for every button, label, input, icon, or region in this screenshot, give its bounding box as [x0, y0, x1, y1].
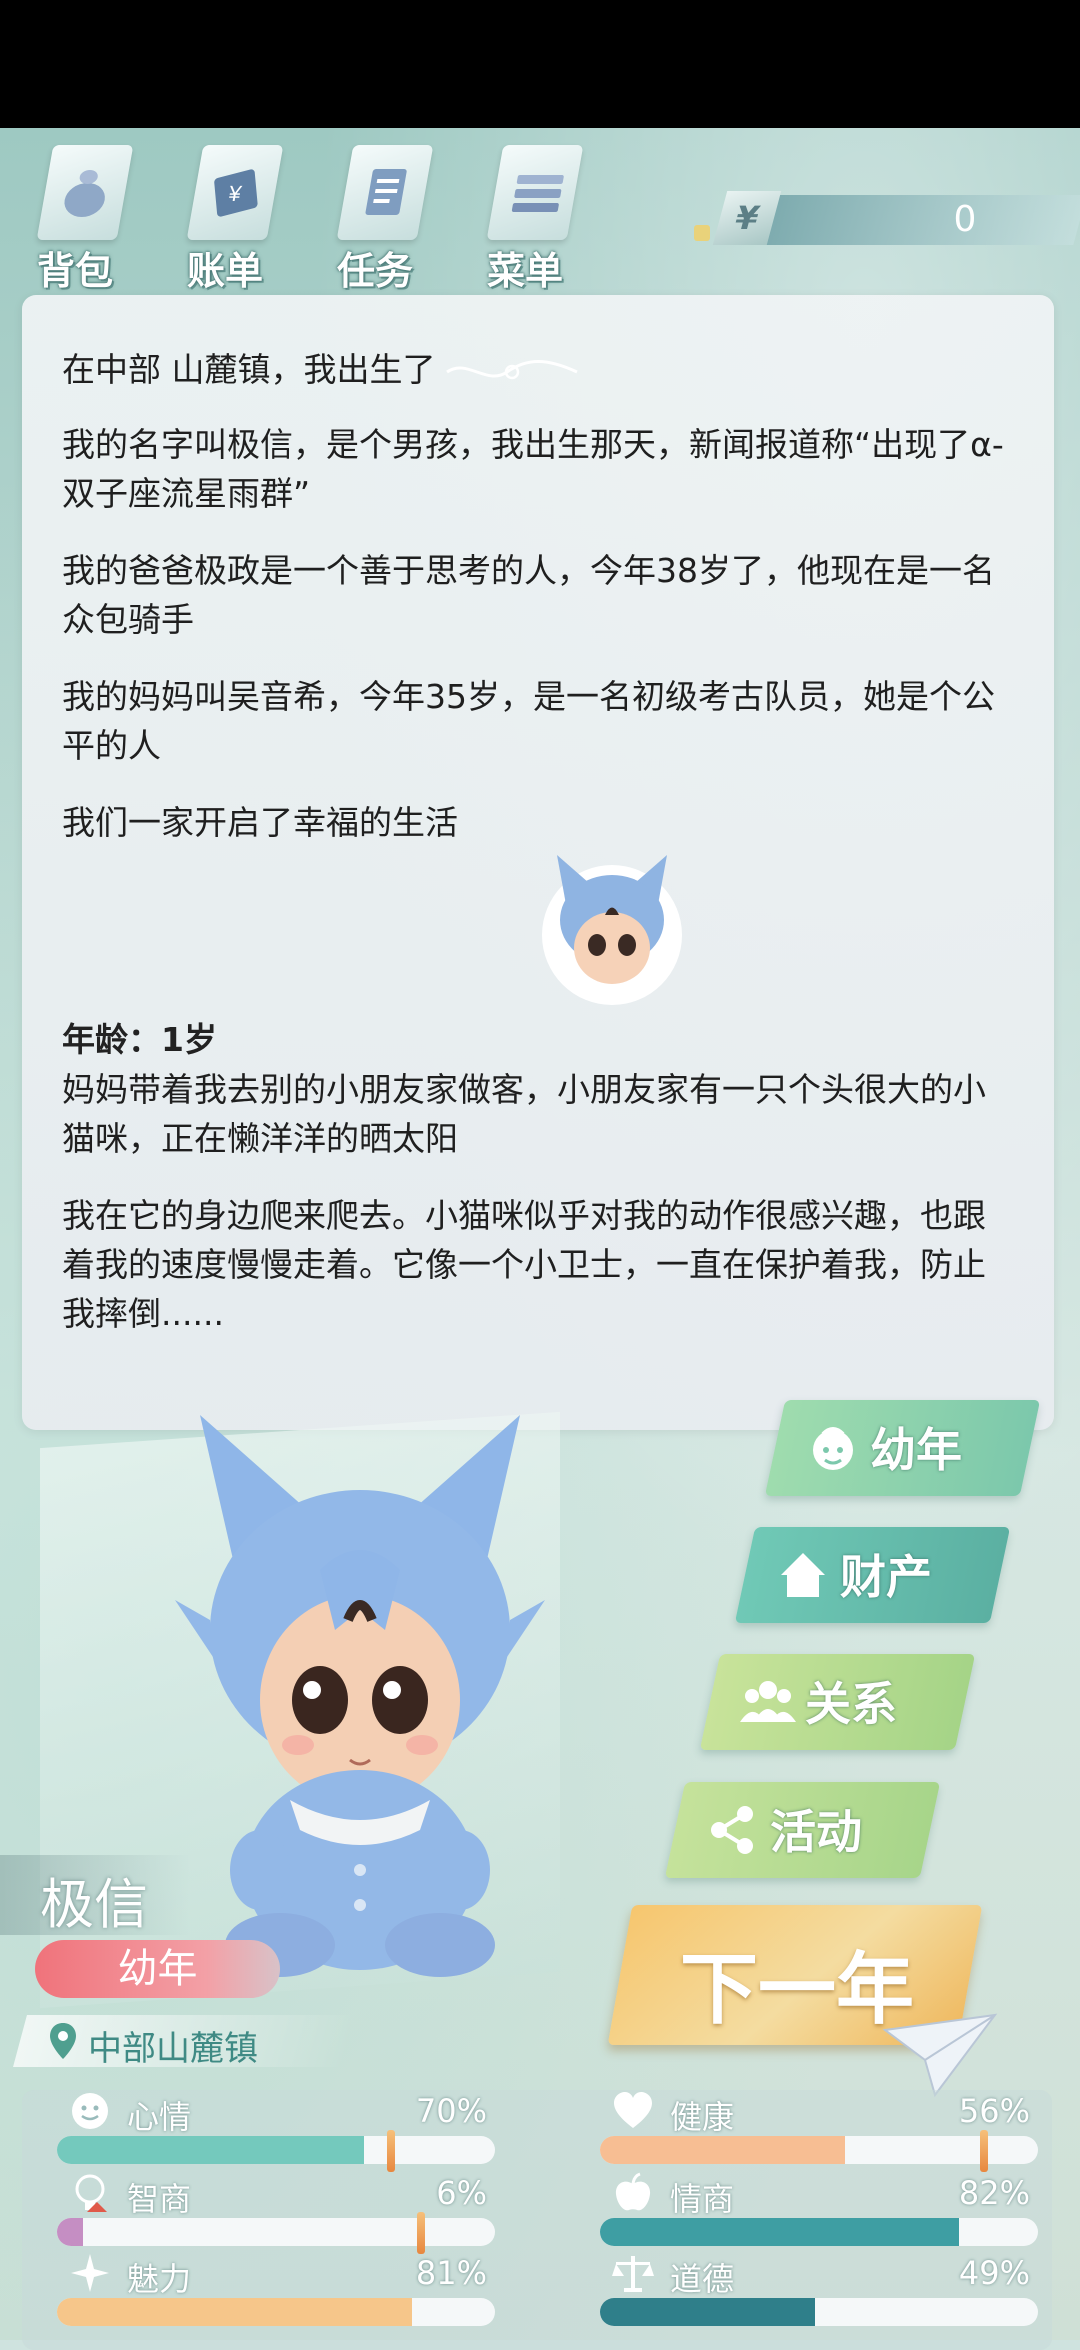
stats-panel: 心情 70% 健康 56% 智商 6% 情商 82% 魅力 81% 道德 49% [22, 2090, 1052, 2350]
top-menu: 背包 ¥ 账单 任务 菜单 ¥ 0 [0, 135, 1080, 293]
stat-charm: 魅力 81% [57, 2252, 497, 2332]
relationship-button[interactable]: 关系 [699, 1654, 976, 1750]
story-paragraph: 我的爸爸极政是一个善于思考的人，今年38岁了，他现在是一名众包骑手 [62, 551, 995, 639]
childhood-label: 幼年 [870, 1423, 962, 1477]
stat-name: 情商 [670, 2180, 735, 2218]
stat-marker [417, 2212, 425, 2254]
stat-morality: 道德 49% [600, 2252, 1040, 2332]
menu-button[interactable]: 菜单 [470, 145, 600, 293]
stat-value: 81% [415, 2254, 487, 2292]
task-icon [365, 169, 407, 215]
house-icon [781, 1553, 825, 1597]
stat-value: 49% [958, 2254, 1030, 2292]
stat-bar-fill [600, 2218, 960, 2246]
stat-value: 70% [415, 2092, 487, 2130]
people-icon [740, 1681, 796, 1722]
sparkle-icon [71, 2254, 109, 2292]
stat-name: 健康 [670, 2098, 735, 2136]
money-value: 0 [953, 199, 977, 240]
next-year-label: 下一年 [680, 1945, 915, 2035]
bag-button[interactable]: 背包 [20, 145, 150, 293]
story-paragraph: 我的妈妈叫吴音希，今年35岁，是一名初级考古队员，她是个公平的人 [62, 677, 995, 765]
stat-value: 82% [958, 2174, 1030, 2212]
stat-mood: 心情 70% [57, 2090, 497, 2172]
stat-bar-fill [57, 2298, 412, 2326]
stat-value: 6% [436, 2174, 487, 2212]
stat-marker [387, 2130, 395, 2172]
property-label: 财产 [840, 1550, 932, 1604]
activity-label: 活动 [770, 1805, 862, 1859]
story-paragraph: 我在它的身边爬来爬去。小猫咪似乎对我的动作很感兴趣，也跟着我的速度慢慢走着。它像… [62, 1196, 986, 1333]
stat-bar-fill [57, 2218, 84, 2246]
activity-button[interactable]: 活动 [664, 1782, 941, 1878]
stat-name: 魅力 [127, 2260, 192, 2298]
relationship-label: 关系 [805, 1677, 897, 1731]
stat-value: 56% [958, 2092, 1030, 2130]
bill-label: 账单 [186, 249, 263, 293]
swirl-ornament-icon [445, 359, 578, 379]
stat-name: 道德 [670, 2260, 735, 2298]
apple-icon [615, 2172, 651, 2211]
stat-name: 智商 [127, 2180, 192, 2218]
stat-bar-fill [600, 2136, 846, 2164]
story-paragraph: 在中部 山麓镇，我出生了 [62, 345, 1017, 394]
task-label: 任务 [336, 249, 413, 293]
bill-icon: ¥ [214, 169, 258, 217]
stat-eq: 情商 82% [600, 2172, 1040, 2252]
stat-name: 心情 [127, 2098, 192, 2136]
bag-label: 背包 [36, 249, 113, 293]
scale-icon [612, 2256, 654, 2292]
stat-health: 健康 56% [600, 2090, 1040, 2172]
stat-marker [980, 2130, 988, 2172]
childhood-button[interactable]: 幼年 [764, 1400, 1041, 1496]
activity-icon [711, 1806, 753, 1854]
task-button[interactable]: 任务 [320, 145, 450, 293]
paper-plane-icon [882, 2013, 998, 2098]
money-display: ¥ 0 [694, 191, 1080, 245]
smile-icon [72, 2093, 108, 2129]
life-stage-badge: 幼年 [35, 1940, 280, 1998]
bill-button[interactable]: ¥ 账单 [170, 145, 300, 293]
stat-bar-fill [600, 2298, 815, 2326]
character-name: 极信 [40, 1873, 148, 1936]
status-bar [0, 0, 1080, 128]
baby-sticker-icon [542, 855, 682, 1005]
baby-icon [813, 1427, 853, 1470]
menu-label: 菜单 [486, 249, 563, 293]
heart-icon [614, 2092, 652, 2128]
stat-bar-fill [57, 2136, 364, 2164]
menu-icon [511, 175, 564, 212]
bulb-icon [75, 2174, 107, 2212]
story-panel[interactable]: 在中部 山麓镇，我出生了 我的名字叫极信，是个男孩，我出生那天，新闻报道称“出现… [22, 295, 1054, 1430]
stat-iq: 智商 6% [57, 2172, 497, 2254]
location-pin-icon [50, 2023, 76, 2059]
age-heading: 年龄：1岁 [62, 1020, 217, 1059]
bag-icon [64, 170, 105, 217]
location-text: 中部山麓镇 [88, 2029, 258, 2069]
coin-icon [694, 225, 710, 241]
story-paragraph: 我的名字叫极信，是个男孩，我出生那天，新闻报道称“出现了α-双子座流星雨群” [62, 425, 1004, 513]
location-tag: 中部山麓镇 [13, 2015, 357, 2069]
baby-character-icon[interactable] [170, 1400, 550, 1980]
story-paragraph: 妈妈带着我去别的小朋友家做客，小朋友家有一只个头很大的小猫咪，正在懒洋洋的晒太阳 [62, 1070, 986, 1158]
property-button[interactable]: 财产 [734, 1527, 1011, 1623]
